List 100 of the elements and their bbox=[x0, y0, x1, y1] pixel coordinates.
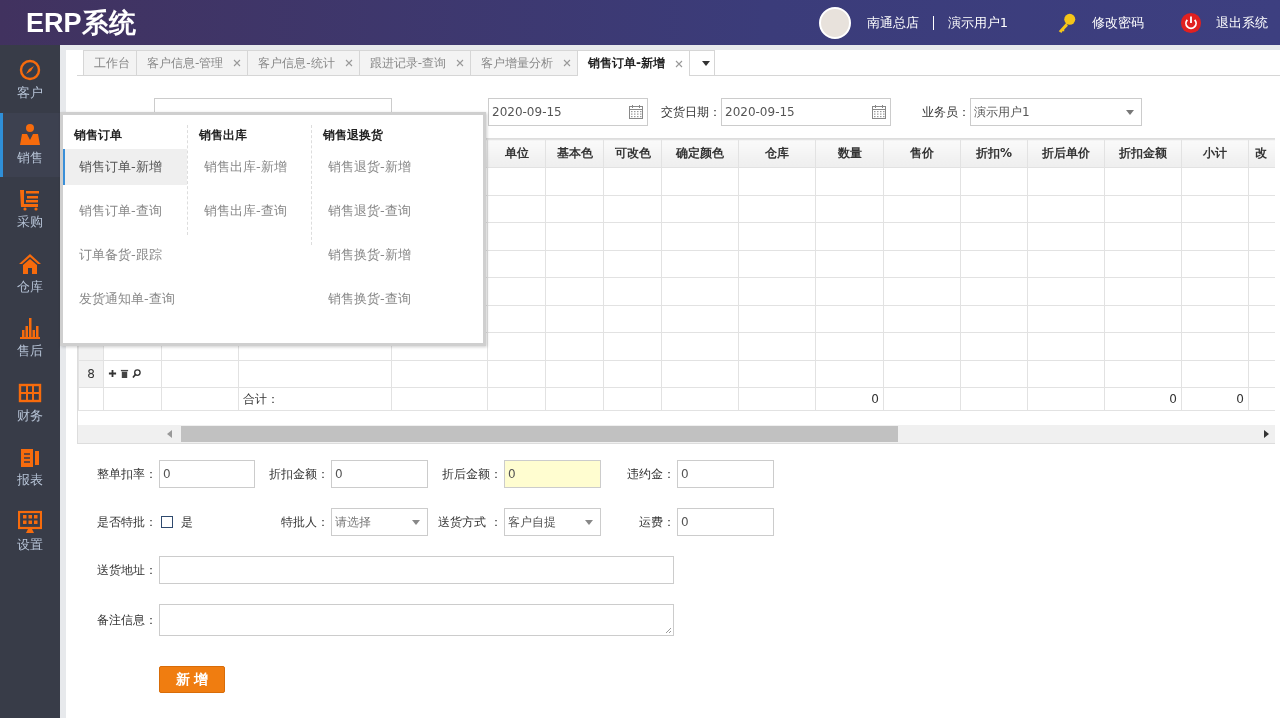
calendar-icon[interactable] bbox=[871, 104, 887, 120]
menu-item[interactable]: 订单备货-跟踪 bbox=[63, 237, 187, 273]
field-label: 是否特批： bbox=[96, 513, 158, 531]
column-header: 改 bbox=[1248, 139, 1275, 168]
menu-group-title: 销售出库 bbox=[198, 127, 248, 144]
close-icon[interactable] bbox=[675, 59, 683, 68]
column-header: 可改色 bbox=[603, 139, 662, 168]
add-icon[interactable] bbox=[108, 369, 117, 379]
menu-item[interactable]: 销售出库-新增 bbox=[188, 149, 311, 185]
menu-group-title: 销售订单 bbox=[73, 127, 123, 144]
key-icon[interactable] bbox=[1056, 11, 1078, 34]
tab[interactable]: 销售订单-新增 bbox=[577, 50, 690, 76]
scroll-left-icon[interactable] bbox=[166, 430, 174, 438]
caret-icon bbox=[412, 519, 420, 525]
cart-icon bbox=[18, 187, 42, 212]
menu-item[interactable]: 发货通知单-查询 bbox=[63, 281, 187, 317]
tab[interactable]: 客户信息-管理 bbox=[136, 50, 249, 75]
sidebar-item[interactable]: 采购 bbox=[0, 177, 60, 242]
menu-item[interactable]: 销售退货-查询 bbox=[312, 193, 435, 229]
input-field[interactable]: 0 bbox=[677, 460, 774, 488]
field-label: 折扣金额： bbox=[268, 465, 330, 483]
input-field[interactable]: 0 bbox=[677, 508, 774, 536]
sidebar-item[interactable]: 售后 bbox=[0, 306, 60, 371]
close-icon[interactable] bbox=[563, 59, 572, 67]
field-label: 折后金额： bbox=[441, 465, 503, 483]
input-field[interactable]: 0 bbox=[504, 460, 601, 488]
menu-item[interactable]: 销售订单-新增 bbox=[63, 149, 187, 185]
checkbox-label: 是 bbox=[181, 513, 193, 531]
column-header: 折扣金额 bbox=[1104, 139, 1182, 168]
select-field[interactable]: 客户自提 bbox=[504, 508, 601, 536]
delivery-date-field[interactable]: 2020-09-15 bbox=[721, 98, 891, 126]
sidebar-item[interactable]: 财务 bbox=[0, 370, 60, 435]
order-date-field[interactable]: 2020-09-15 bbox=[488, 98, 648, 126]
tab[interactable]: 工作台 bbox=[83, 50, 137, 75]
calendar-icon[interactable] bbox=[628, 104, 644, 120]
caret-icon bbox=[702, 60, 710, 66]
monitor-icon bbox=[18, 509, 42, 534]
textarea-field[interactable] bbox=[159, 604, 674, 636]
field-label: 送货地址： bbox=[96, 561, 158, 579]
column-header: 售价 bbox=[883, 139, 961, 168]
column-header: 折后单价 bbox=[1027, 139, 1105, 168]
compass-icon bbox=[18, 58, 42, 83]
sidebar-item[interactable]: 仓库 bbox=[0, 241, 60, 306]
menu-item[interactable]: 销售出库-查询 bbox=[188, 193, 311, 229]
store-name: 南通总店 bbox=[866, 13, 919, 32]
tab-menu-button[interactable] bbox=[689, 50, 715, 75]
tab[interactable]: 客户增量分析 bbox=[470, 50, 579, 75]
logout-link[interactable]: 退出系统 bbox=[1216, 13, 1268, 32]
sidebar-item[interactable]: 设置 bbox=[0, 499, 60, 564]
resize-grip-icon[interactable] bbox=[664, 626, 672, 634]
sidebar-item[interactable]: 销售 bbox=[0, 112, 60, 177]
field-label: 违约金： bbox=[626, 465, 676, 483]
close-icon[interactable] bbox=[233, 59, 242, 67]
search-icon[interactable] bbox=[132, 369, 141, 379]
menu-group-title: 销售退换货 bbox=[322, 127, 384, 144]
field-label: 运费： bbox=[638, 513, 676, 531]
input-field[interactable] bbox=[159, 556, 674, 584]
column-header: 确定颜色 bbox=[661, 139, 739, 168]
column-header: 仓库 bbox=[738, 139, 816, 168]
change-password-link[interactable]: 修改密码 bbox=[1092, 13, 1144, 32]
column-header: 折扣% bbox=[960, 139, 1028, 168]
field-label: 整单扣率： bbox=[96, 465, 158, 483]
horizontal-scrollbar[interactable] bbox=[78, 425, 1275, 443]
avatar[interactable] bbox=[818, 6, 851, 39]
bar-chart-icon bbox=[18, 316, 42, 341]
trash-icon[interactable] bbox=[120, 369, 129, 379]
field-label: 送货方式 ： bbox=[437, 513, 503, 531]
column-header: 数量 bbox=[815, 139, 884, 168]
column-header: 小计 bbox=[1181, 139, 1249, 168]
menu-item[interactable]: 销售换货-新增 bbox=[312, 237, 435, 273]
caret-icon bbox=[1126, 109, 1134, 115]
menu-item[interactable]: 销售退货-新增 bbox=[312, 149, 435, 185]
app-title: ERP系统 bbox=[25, 6, 137, 40]
scroll-right-icon[interactable] bbox=[1262, 430, 1270, 438]
house-icon bbox=[18, 251, 42, 276]
close-icon[interactable] bbox=[344, 59, 353, 67]
sidebar-item[interactable]: 报表 bbox=[0, 435, 60, 500]
column-header: 基本色 bbox=[545, 139, 604, 168]
column-header: 单位 bbox=[487, 139, 546, 168]
tab[interactable]: 跟进记录-查询 bbox=[358, 50, 472, 75]
input-field[interactable]: 0 bbox=[159, 460, 255, 488]
field-label: 特批人： bbox=[280, 513, 330, 531]
total-value: 0 bbox=[871, 392, 879, 406]
field-label: 备注信息： bbox=[96, 611, 158, 629]
sidebar-item[interactable]: 客户 bbox=[0, 48, 60, 113]
salesperson-select[interactable]: 演示用户1 bbox=[970, 98, 1142, 126]
close-icon[interactable] bbox=[456, 59, 465, 67]
total-value: 0 bbox=[1169, 392, 1177, 406]
tab[interactable]: 客户信息-统计 bbox=[247, 50, 360, 75]
total-value: 0 bbox=[1236, 392, 1244, 406]
caret-icon bbox=[585, 519, 593, 525]
row-number: 8 bbox=[87, 366, 95, 381]
menu-item[interactable]: 销售订单-查询 bbox=[63, 193, 187, 229]
menu-item[interactable]: 销售换货-查询 bbox=[312, 281, 435, 317]
checkbox[interactable] bbox=[161, 516, 173, 528]
user-name: 演示用户1 bbox=[947, 13, 1008, 32]
power-icon[interactable] bbox=[1180, 11, 1202, 34]
select-field[interactable]: 请选择 bbox=[331, 508, 428, 536]
person-icon bbox=[18, 122, 42, 147]
input-field[interactable]: 0 bbox=[331, 460, 428, 488]
